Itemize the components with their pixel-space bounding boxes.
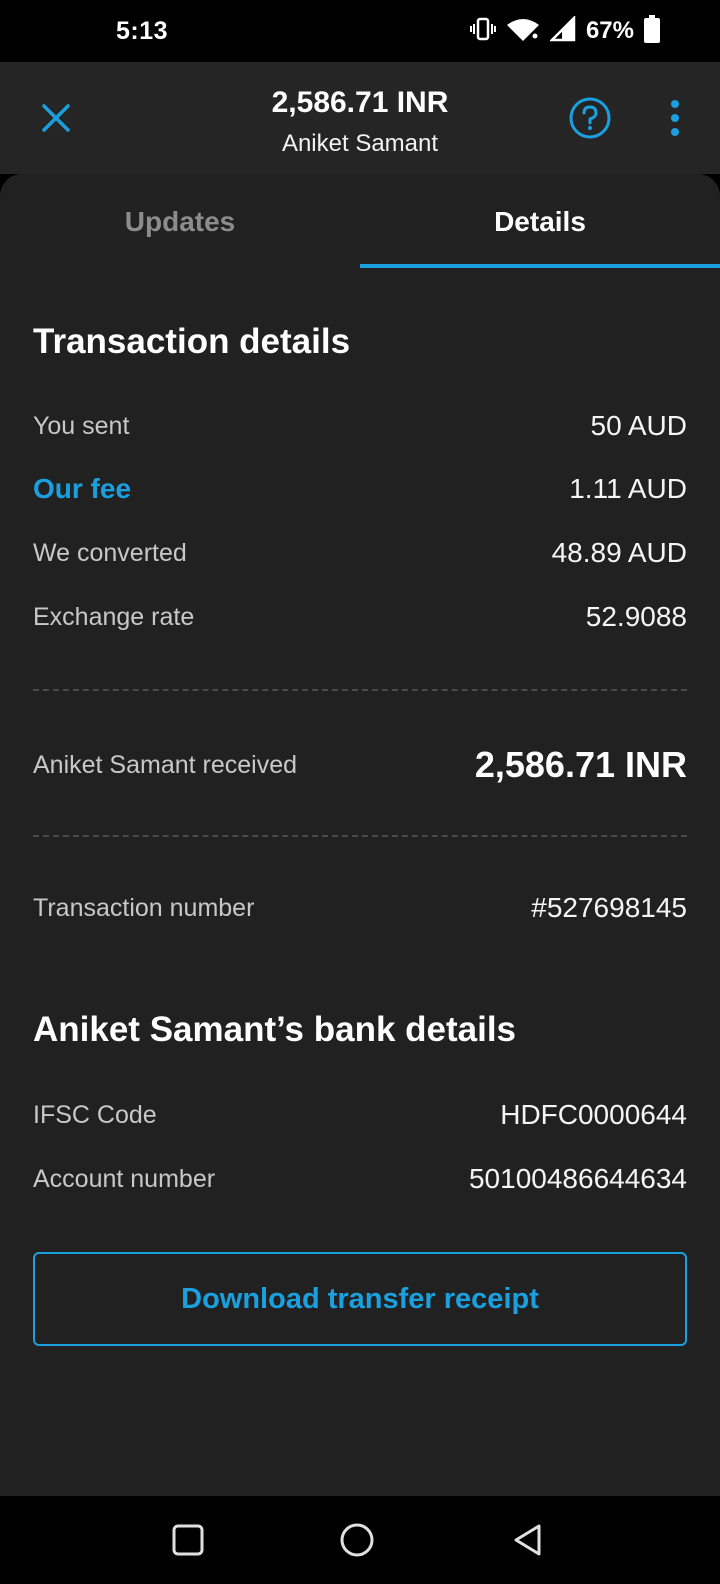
home-icon xyxy=(340,1523,374,1557)
system-nav-bar xyxy=(0,1496,720,1584)
row-value: 52.9088 xyxy=(585,601,687,632)
row-value: 48.89 AUD xyxy=(551,537,687,568)
status-time: 5:13 xyxy=(116,16,169,45)
row-value: HDFC0000644 xyxy=(500,1099,687,1130)
more-vert-icon xyxy=(671,100,679,136)
row-label: Exchange rate xyxy=(33,602,195,631)
tab-bar: Updates Details xyxy=(0,174,720,270)
back-button[interactable] xyxy=(502,1514,554,1566)
page-title: 2,586.71 INR xyxy=(271,86,449,119)
row-label: Account number xyxy=(33,1164,216,1193)
tab-details[interactable]: Details xyxy=(360,174,720,270)
row-our-fee: Our fee 1.11 AUD xyxy=(33,473,687,505)
divider xyxy=(33,835,687,837)
received-amount: 2,586.71 INR xyxy=(474,744,687,785)
vibrate-icon xyxy=(469,16,496,47)
recents-icon xyxy=(172,1524,204,1556)
transaction-details-title: Transaction details xyxy=(33,322,351,361)
tab-indicator xyxy=(360,264,720,268)
tab-updates[interactable]: Updates xyxy=(0,174,360,270)
signal-icon xyxy=(548,14,576,47)
received-label: Aniket Samant received xyxy=(33,750,298,779)
page-subtitle: Aniket Samant xyxy=(281,130,439,157)
row-transaction-number: Transaction number #527698145 xyxy=(33,892,687,924)
back-icon xyxy=(514,1524,541,1556)
row-value: 50100486644634 xyxy=(468,1163,687,1194)
status-icons: 67% xyxy=(469,14,660,48)
battery-icon xyxy=(644,14,660,48)
recents-button[interactable] xyxy=(162,1514,214,1566)
app-header: 2,586.71 INR Aniket Samant xyxy=(0,62,720,174)
row-label: Transaction number xyxy=(33,893,255,922)
our-fee-link[interactable]: Our fee xyxy=(33,473,131,505)
row-ifsc-code: IFSC Code HDFC0000644 xyxy=(33,1099,687,1131)
row-received: Aniket Samant received 2,586.71 INR xyxy=(33,744,687,786)
status-bar: 5:13 67% xyxy=(0,0,720,62)
row-label: IFSC Code xyxy=(33,1100,157,1129)
row-account-number: Account number 50100486644634 xyxy=(33,1163,687,1195)
download-receipt-button[interactable]: Download transfer receipt xyxy=(33,1252,687,1346)
more-options-button[interactable] xyxy=(660,96,690,140)
bank-details-title: Aniket Samant’s bank details xyxy=(33,1010,517,1049)
row-label: You sent xyxy=(33,411,130,440)
screen: 5:13 67% 2,586.71 INR Aniket Samant Upda… xyxy=(0,0,720,1584)
row-exchange-rate: Exchange rate 52.9088 xyxy=(33,601,687,633)
wifi-icon xyxy=(506,16,540,47)
row-value: 50 AUD xyxy=(590,410,688,441)
help-icon xyxy=(569,97,611,139)
details-sheet: Updates Details Transaction details You … xyxy=(0,174,720,1496)
divider xyxy=(33,689,687,691)
home-button[interactable] xyxy=(331,1514,383,1566)
battery-percent: 67% xyxy=(585,17,634,44)
row-value: 1.11 AUD xyxy=(569,473,687,504)
transaction-number: #527698145 xyxy=(531,892,687,923)
row-you-sent: You sent 50 AUD xyxy=(33,410,687,442)
row-we-converted: We converted 48.89 AUD xyxy=(33,537,687,569)
help-button[interactable] xyxy=(568,96,612,140)
row-label: We converted xyxy=(33,538,187,567)
